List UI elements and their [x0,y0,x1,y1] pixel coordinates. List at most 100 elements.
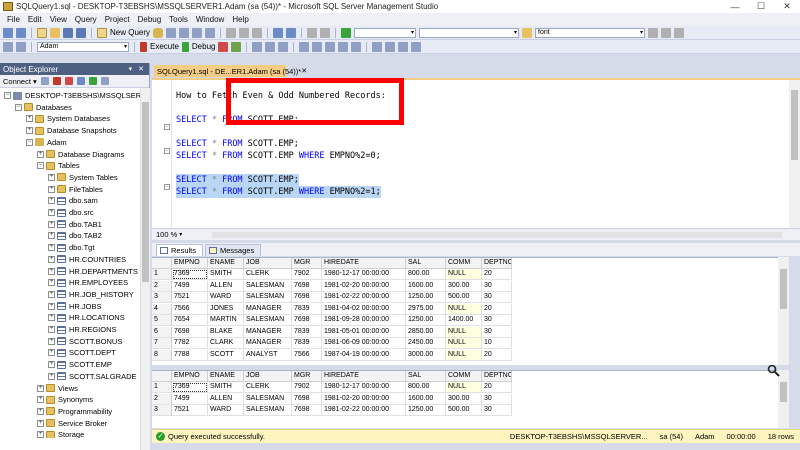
tree-node[interactable]: − DESKTOP-T3EBSHS\MSSQLSERVER1 [4,90,149,101]
properties-icon[interactable] [648,27,659,38]
tree-node[interactable]: + Database Snapshots [26,125,117,136]
menu-item-project[interactable]: Project [101,15,134,24]
panel-pin-close-icon[interactable]: ▾ ✕ [129,65,146,73]
results-grid-1[interactable]: EMPNO ENAME JOB MGR HIREDATE SAL COMM DEPTNO 1 73… [152,257,778,365]
table-row[interactable]: 8 7788 SCOTT ANALYST 7566 1987-04-19 00:00:00… [152,349,778,361]
parse-icon[interactable] [231,41,242,52]
grid-cell[interactable]: 10 [482,338,512,349]
tree-node[interactable]: + HR.LOCATIONS [48,312,125,323]
increase-indent-icon[interactable] [411,41,422,52]
grid-cell[interactable]: MANAGER [244,326,292,338]
grid-cell[interactable]: 20 [482,382,512,393]
row-number[interactable]: 2 [152,280,172,292]
grid-cell[interactable]: 1250.00 [406,292,446,303]
redo-icon[interactable] [286,27,297,38]
expand-icon[interactable]: + [48,302,55,310]
connect-dropdown[interactable]: Connect ▾ [3,77,37,86]
grid-cell[interactable]: 1400.00 [446,315,482,326]
table-row[interactable]: 3 7521 WARD SALESMAN 7698 1981-02-22 00:00:00… [152,405,778,416]
grid-cell[interactable]: SCOTT [208,349,244,361]
undo-icon[interactable] [273,27,284,38]
tree-node[interactable]: + Service Broker [37,418,107,429]
grid-cell[interactable]: 7499 [172,393,208,405]
open-folder-icon[interactable] [50,27,60,38]
code-line[interactable]: SELECT * FROM SCOTT.EMP; [176,138,299,150]
menu-item-tools[interactable]: Tools [165,15,192,24]
tree-node[interactable]: + SCOTT.DEPT [48,347,116,358]
filter-icon[interactable] [76,77,85,85]
grid-cell[interactable]: CLERK [244,269,292,280]
scrollbar-thumb[interactable] [780,382,787,402]
results-grid-2[interactable]: EMPNO ENAME JOB MGR HIREDATE SAL COMM DEPTNO 1 73… [152,370,778,428]
grid-cell[interactable]: CLARK [208,338,244,349]
expand-icon[interactable]: + [26,127,33,135]
tree-node[interactable]: + FileTables [48,184,103,195]
debug-icon[interactable] [181,41,189,52]
grid-cell[interactable]: 7698 [292,405,322,416]
grid-cell[interactable]: 300.00 [446,393,482,405]
cut-icon[interactable] [226,27,237,38]
table-row[interactable]: 2 7499 ALLEN SALESMAN 7698 1981-02-20 00:00:0… [152,393,778,405]
grid-cell[interactable]: 30 [482,292,512,303]
actual-plan-icon[interactable] [299,41,310,52]
grid-cell[interactable]: 1600.00 [406,393,446,405]
menu-item-help[interactable]: Help [228,15,252,24]
grid-cell[interactable]: CLERK [244,382,292,393]
grid-cell[interactable]: 7566 [292,349,322,361]
grid-cell[interactable]: 7698 [172,326,208,338]
grid-cell[interactable]: SMITH [208,382,244,393]
grid-cell[interactable]: MARTIN [208,315,244,326]
grid-cell[interactable]: 7698 [292,280,322,292]
column-header[interactable]: JOB [244,258,292,269]
grid-cell[interactable]: 1981-04-02 00:00:00 [322,303,406,315]
collapse-region-icon[interactable]: − [164,184,170,190]
expand-icon[interactable]: + [48,314,55,322]
expand-icon[interactable]: + [48,244,55,252]
scrollbar-thumb[interactable] [780,269,787,309]
grid-cell[interactable]: 1250.00 [406,405,446,416]
new-query-icon[interactable] [97,27,107,38]
activity-monitor-icon[interactable] [100,77,109,85]
column-header[interactable]: MGR [292,371,322,382]
connect-icon[interactable] [40,77,49,85]
solution-config-combo[interactable]: ▾ [354,27,417,38]
row-number[interactable]: 8 [152,349,172,361]
menu-item-edit[interactable]: Edit [24,15,46,24]
minimize-button[interactable]: — [722,0,748,13]
options-icon[interactable] [674,27,685,38]
table-row[interactable]: 5 7654 MARTIN SALESMAN 7698 1981-09-28 00:00:… [152,315,778,326]
column-header[interactable]: HIREDATE [322,258,406,269]
expand-icon[interactable]: + [48,279,55,287]
grid-cell[interactable]: 20 [482,349,512,361]
expand-icon[interactable]: + [26,115,33,123]
query-options-icon[interactable] [265,41,276,52]
tree-node[interactable]: + System Tables [48,172,118,183]
tree-node[interactable]: + Views [37,383,78,394]
paste-icon[interactable] [252,27,263,38]
grid-cell[interactable]: 7521 [172,405,208,416]
new-query-button[interactable]: New Query [110,28,150,37]
expand-icon[interactable]: + [37,431,44,438]
grid-cell[interactable]: 1980-12-17 00:00:00 [322,269,406,280]
debug-button[interactable]: Debug [192,42,216,51]
execute-button[interactable]: Execute [150,42,179,51]
grid-cell[interactable]: 1981-02-20 00:00:00 [322,393,406,405]
solution-icon[interactable] [320,27,331,38]
platform-combo[interactable]: ▾ [419,27,520,38]
grid-cell[interactable]: MANAGER [244,303,292,315]
collapse-icon[interactable]: − [4,92,11,99]
expand-icon[interactable]: + [37,419,44,427]
zoom-level[interactable]: 100 % [156,230,177,239]
row-number[interactable]: 3 [152,292,172,303]
column-header[interactable]: EMPNO [172,371,208,382]
copy-icon[interactable] [239,27,250,38]
column-header[interactable]: JOB [244,371,292,382]
grid-cell[interactable]: BLAKE [208,326,244,338]
expand-icon[interactable]: + [37,396,44,404]
tree-node[interactable]: + HR.COUNTRIES [48,254,126,265]
grid-cell[interactable]: 1250.00 [406,315,446,326]
column-header[interactable]: SAL [406,258,446,269]
expand-icon[interactable]: + [48,349,55,357]
tree-node[interactable]: + System Databases [26,113,110,124]
grid-cell[interactable]: NULL [446,303,482,315]
